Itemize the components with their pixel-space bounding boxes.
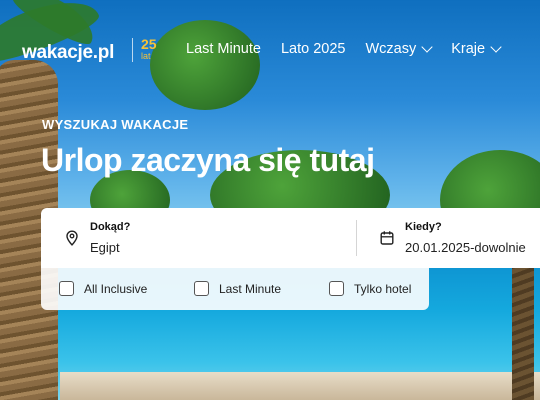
checkbox[interactable]: [59, 281, 74, 296]
hero-kicker: WYSZUKAJ WAKACJE: [42, 117, 189, 132]
logo-text: wakacje.pl: [22, 42, 115, 63]
destination-field[interactable]: Dokąd? Egipt: [41, 208, 356, 268]
filter-label: Last Minute: [219, 281, 282, 296]
search-form: Dokąd? Egipt Kiedy? 20.01.2025-dowolnie: [41, 208, 540, 268]
date-value: 20.01.2025-dowolnie: [405, 240, 526, 255]
calendar-icon: [380, 231, 394, 245]
nav-lato-2025[interactable]: Lato 2025: [281, 41, 346, 57]
header-nav: wakacje.pl 25 lat Last Minute Lato 2025 …: [0, 0, 540, 100]
chevron-down-icon: [421, 41, 433, 53]
main-menu: Last Minute Lato 2025 Wczasy Kraje: [186, 41, 520, 57]
date-label: Kiedy?: [405, 221, 442, 233]
date-field[interactable]: Kiedy? 20.01.2025-dowolnie: [356, 208, 540, 268]
filter-label: All Inclusive: [84, 281, 148, 296]
nav-last-minute[interactable]: Last Minute: [186, 41, 261, 57]
nav-kraje[interactable]: Kraje: [451, 41, 502, 57]
filter-all-inclusive[interactable]: All Inclusive: [59, 281, 147, 296]
nav-label: Last Minute: [186, 41, 261, 57]
destination-label: Dokąd?: [90, 221, 131, 233]
destination-value: Egipt: [90, 240, 120, 255]
chevron-down-icon: [490, 41, 502, 53]
nav-wczasy[interactable]: Wczasy: [365, 41, 433, 57]
filter-last-minute[interactable]: Last Minute: [194, 281, 281, 296]
map-pin-icon: [66, 230, 78, 246]
hero-headline: Urlop zaczyna się tutaj: [41, 142, 375, 178]
checkbox[interactable]: [329, 281, 344, 296]
pool-deck: [60, 372, 540, 400]
checkbox[interactable]: [194, 281, 209, 296]
search-filters: All Inclusive Last Minute Tylko hotel: [41, 268, 429, 310]
nav-label: Wczasy: [365, 41, 417, 57]
filter-label: Tylko hotel: [354, 281, 412, 296]
anniversary-badge: 25 lat: [132, 37, 157, 62]
nav-label: Lato 2025: [280, 41, 346, 57]
site-logo[interactable]: wakacje.pl: [22, 42, 114, 64]
nav-label: Kraje: [451, 41, 486, 57]
palm-trunk: [512, 250, 534, 400]
filter-tylko-hotel[interactable]: Tylko hotel: [329, 281, 411, 296]
